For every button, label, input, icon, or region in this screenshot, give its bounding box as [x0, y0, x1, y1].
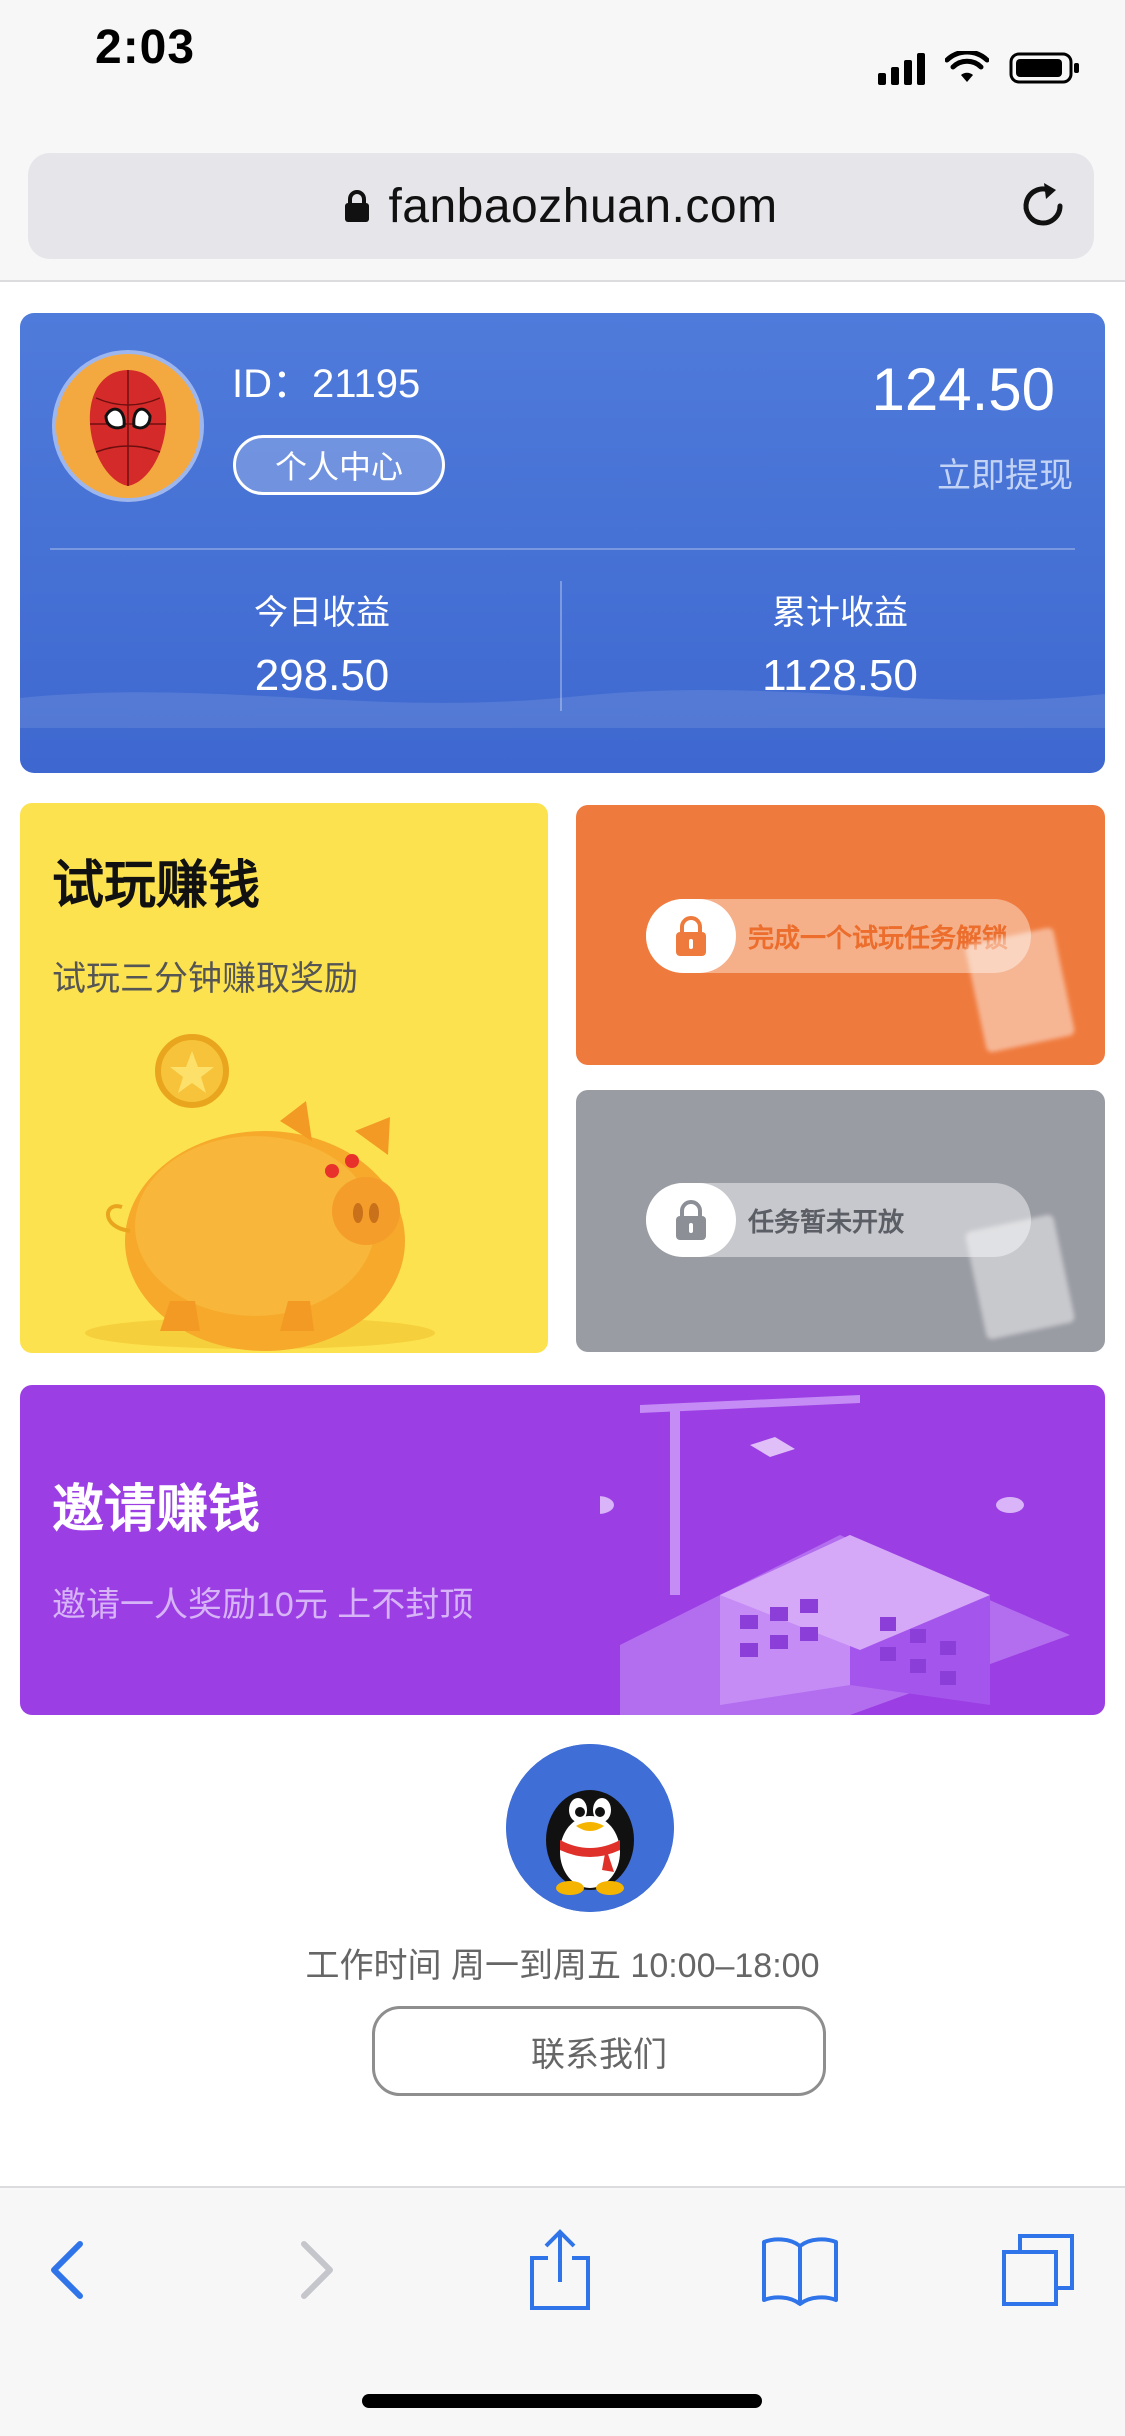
status-icons [878, 48, 1081, 88]
building-illustration [600, 1395, 1070, 1715]
reload-icon[interactable] [1016, 179, 1070, 233]
qq-service-avatar[interactable] [506, 1744, 674, 1912]
trial-title: 试玩赚钱 [52, 857, 261, 915]
invite-earn-tile[interactable]: 邀请赚钱 邀请一人奖励10元 上不封顶 [20, 1385, 1105, 1715]
qq-penguin-icon [506, 1744, 674, 1912]
share-icon [530, 2229, 590, 2310]
forward-icon [301, 2241, 333, 2299]
share-button[interactable] [520, 2229, 600, 2310]
user-id: ID：21195 [232, 362, 421, 406]
bookmarks-button[interactable] [760, 2230, 840, 2310]
status-time: 2:03 [95, 21, 196, 74]
today-earnings-value: 298.50 [254, 651, 390, 700]
bookmarks-icon [762, 2237, 838, 2306]
address-bar[interactable]: fanbaozhuan.com [28, 153, 1094, 259]
lock-icon [345, 190, 370, 222]
work-hours-text: 工作时间 周一到周五 10:00–18:00 [305, 1947, 820, 1985]
card-divider [50, 548, 1075, 550]
back-button[interactable] [28, 2230, 108, 2310]
tabs-button[interactable] [998, 2230, 1078, 2310]
browser-chrome: fanbaozhuan.com [0, 140, 1125, 282]
paper-decoration [964, 1213, 1076, 1341]
trial-earn-tile[interactable]: 试玩赚钱 试玩三分钟赚取奖励 [20, 803, 548, 1353]
lock-icon [646, 899, 736, 973]
piggy-bank-illustration [85, 1034, 435, 1351]
home-indicator [362, 2394, 762, 2408]
status-bar: 2:03 [0, 0, 1125, 140]
back-icon [51, 2241, 83, 2299]
trial-subtitle: 试玩三分钟赚取奖励 [52, 960, 358, 998]
total-earnings-label: 累计收益 [772, 594, 908, 632]
spiderman-avatar[interactable] [52, 350, 204, 502]
url-text[interactable]: fanbaozhuan.com [388, 179, 777, 234]
stats-divider [560, 581, 562, 711]
wifi-icon [945, 51, 989, 82]
tabs-icon [1002, 2234, 1074, 2306]
contact-us-button[interactable]: 联系我们 [372, 2006, 826, 2096]
personal-center-button[interactable]: 个人中心 [233, 435, 445, 495]
total-earnings-value: 1128.50 [762, 651, 918, 700]
closed-hint-text: 任务暂未开放 [748, 1206, 905, 1237]
battery-icon [1009, 52, 1079, 84]
paper-decoration [964, 926, 1076, 1054]
today-earnings-label: 今日收益 [254, 594, 390, 632]
profile-card: ID：21195 个人中心 124.50 立即提现 今日收益 298.50 累计… [20, 313, 1105, 773]
invite-title: 邀请赚钱 [52, 1481, 261, 1539]
cellular-signal-icon [878, 51, 925, 85]
invite-subtitle: 邀请一人奖励10元 上不封顶 [52, 1586, 474, 1624]
withdraw-link[interactable]: 立即提现 [937, 448, 1073, 497]
balance-amount: 124.50 [871, 356, 1055, 423]
forward-button[interactable] [276, 2230, 356, 2310]
closed-task-tile[interactable]: 任务暂未开放 [576, 1090, 1105, 1352]
locked-task-tile[interactable]: 完成一个试玩任务解锁 [576, 805, 1105, 1065]
spiderman-icon [56, 354, 200, 498]
lock-icon [646, 1183, 736, 1257]
